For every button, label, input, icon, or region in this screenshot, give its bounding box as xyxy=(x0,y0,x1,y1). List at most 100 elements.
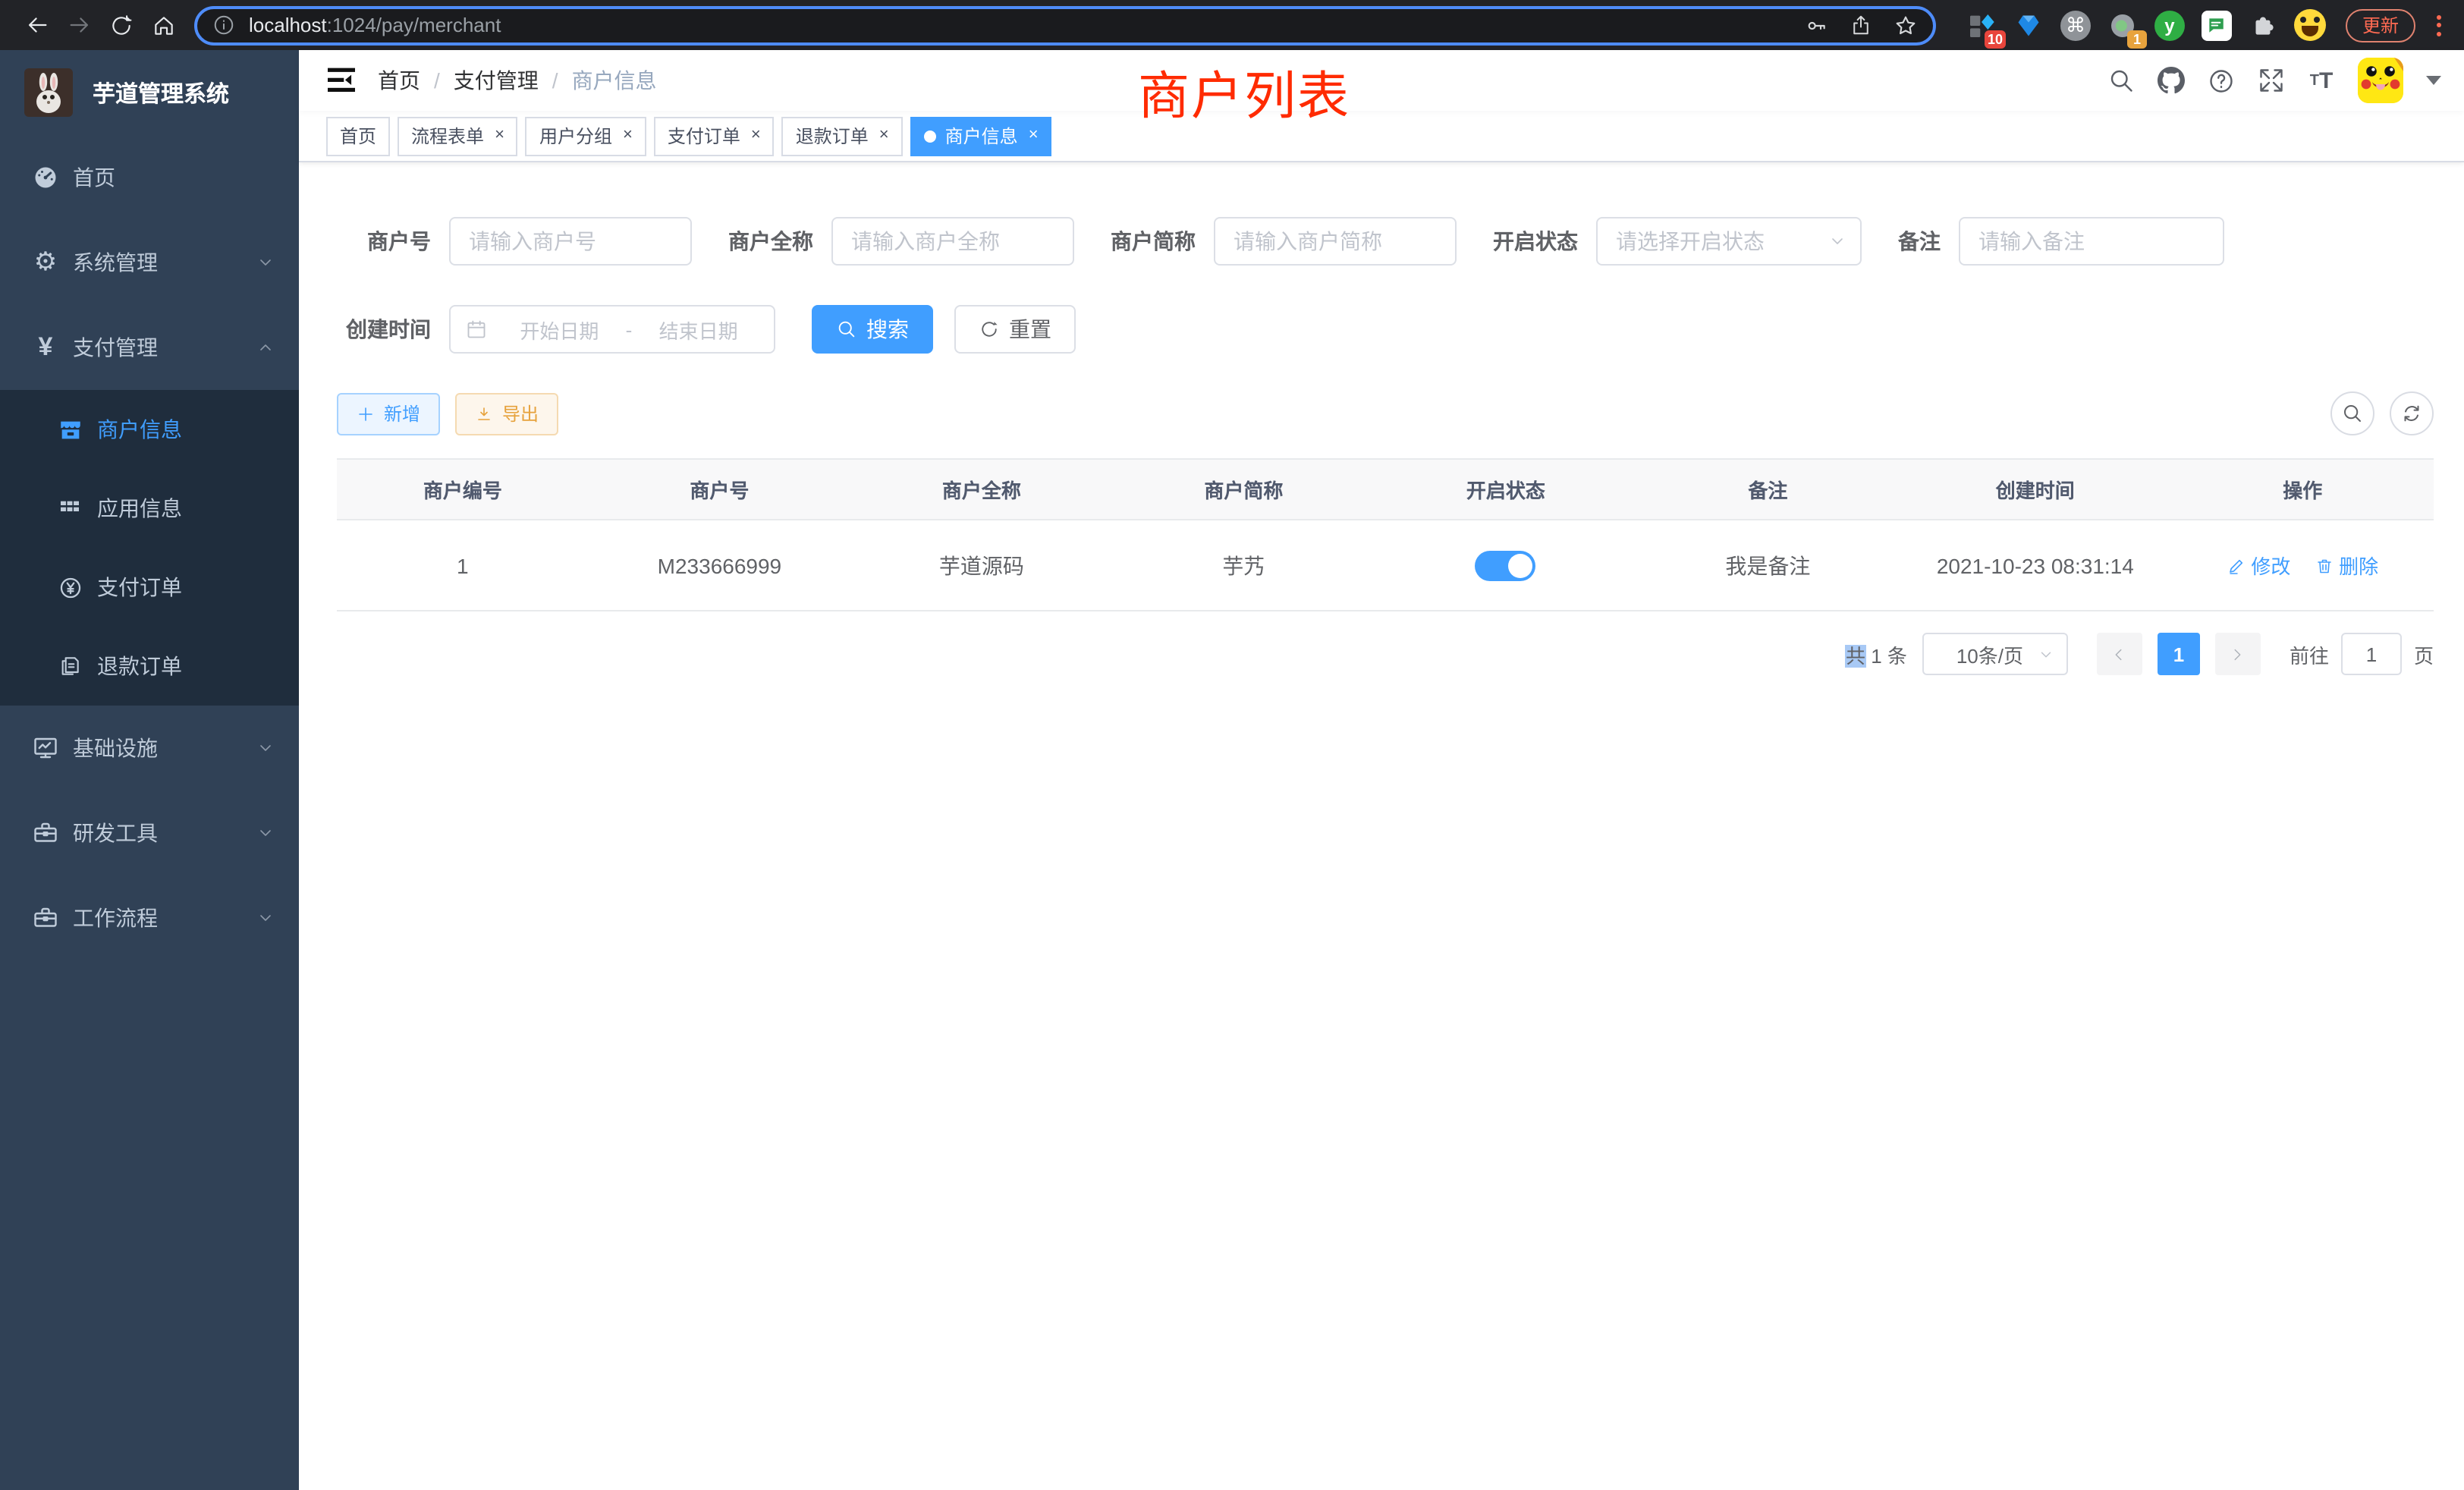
merchant-no-input[interactable] xyxy=(449,217,692,266)
page-size-select[interactable]: 10条/页 xyxy=(1922,633,2068,675)
extension-gem-icon[interactable] xyxy=(2012,8,2045,42)
chevron-down-icon xyxy=(256,909,275,927)
font-size-icon[interactable]: TT xyxy=(2308,67,2335,94)
breadcrumb-current: 商户信息 xyxy=(572,65,657,96)
pencil-icon xyxy=(2227,556,2245,574)
col-short-name: 商户简称 xyxy=(1113,459,1375,520)
sidebar-item-refund-orders[interactable]: 退款订单 xyxy=(0,627,299,706)
profile-emoji-icon[interactable] xyxy=(2294,8,2327,42)
filter-row-2: 创建时间 开始日期 - 结束日期 xyxy=(337,305,2434,354)
screen: localhost:1024/pay/merchant 10 ⌘ 1 xyxy=(0,0,2464,1490)
fullscreen-icon[interactable] xyxy=(2258,67,2285,94)
sidebar-item-pay-orders[interactable]: 支付订单 xyxy=(0,548,299,627)
toolbar-right xyxy=(2330,391,2434,435)
help-icon[interactable] xyxy=(2208,67,2235,94)
tab-process-form[interactable]: 流程表单 xyxy=(398,116,518,156)
edit-button[interactable]: 修改 xyxy=(2227,551,2290,580)
prev-page-button[interactable] xyxy=(2097,633,2142,675)
browser-menu-icon[interactable] xyxy=(2428,8,2449,42)
add-button[interactable]: 新增 xyxy=(337,392,440,435)
show-search-button[interactable] xyxy=(2330,391,2374,435)
page-number-1[interactable]: 1 xyxy=(2158,633,2200,675)
browser-home-icon[interactable] xyxy=(143,4,185,46)
extension-recorder-icon[interactable]: 1 xyxy=(2106,8,2139,42)
goto-page: 前往 页 xyxy=(2290,633,2434,675)
user-avatar[interactable] xyxy=(2358,58,2403,103)
sidebar-item-payment[interactable]: ¥ 支付管理 xyxy=(0,305,299,390)
sidebar-item-system[interactable]: ⚙ 系统管理 xyxy=(0,220,299,305)
github-icon[interactable] xyxy=(2158,67,2185,94)
delete-button[interactable]: 删除 xyxy=(2315,551,2378,580)
tab-user-group[interactable]: 用户分组 xyxy=(526,116,646,156)
browser-update-button[interactable]: 更新 xyxy=(2346,8,2415,42)
col-actions: 操作 xyxy=(2171,459,2434,520)
calendar-icon xyxy=(466,319,487,340)
export-button[interactable]: 导出 xyxy=(455,392,558,435)
filter-merchant-no: 商户号 xyxy=(337,217,692,266)
tab-close-icon[interactable] xyxy=(623,127,633,144)
filter-status: 开启状态 请选择开启状态 xyxy=(1493,217,1862,266)
sidebar: 芋道管理系统 首页 ⚙ 系统管理 ¥ 支付管理 xyxy=(0,50,299,1490)
status-toggle[interactable] xyxy=(1476,550,1536,580)
next-page-button[interactable] xyxy=(2215,633,2261,675)
short-name-input[interactable] xyxy=(1214,217,1457,266)
tab-refund-order[interactable]: 退款订单 xyxy=(782,116,903,156)
tab-close-icon[interactable] xyxy=(879,127,889,144)
extension-command-icon[interactable]: ⌘ xyxy=(2059,8,2092,42)
cell-full-name: 芋道源码 xyxy=(850,520,1113,611)
site-info-icon[interactable] xyxy=(212,14,235,36)
sidebar-item-merchant-info[interactable]: 商户信息 xyxy=(0,390,299,469)
extensions-puzzle-icon[interactable] xyxy=(2247,8,2280,42)
remark-input[interactable] xyxy=(1959,217,2224,266)
tab-home[interactable]: 首页 xyxy=(326,116,390,156)
bookmark-star-icon[interactable] xyxy=(1894,13,1918,37)
sidebar-item-app-info[interactable]: 应用信息 xyxy=(0,469,299,548)
breadcrumb-payment[interactable]: 支付管理 xyxy=(454,65,539,96)
share-icon[interactable] xyxy=(1850,14,1872,36)
main-area: 首页 / 支付管理 / 商户信息 商户列表 xyxy=(299,50,2464,1490)
trash-icon xyxy=(2315,556,2333,574)
sidebar-item-infra[interactable]: 基础设施 xyxy=(0,706,299,791)
browser-forward-icon[interactable] xyxy=(58,4,100,46)
total-prefix: 共 xyxy=(1846,644,1865,667)
col-full-name: 商户全称 xyxy=(850,459,1113,520)
col-merchant-no: 商户号 xyxy=(589,459,851,520)
goto-page-input[interactable] xyxy=(2341,633,2402,675)
full-name-input[interactable] xyxy=(831,217,1074,266)
sidebar-item-home[interactable]: 首页 xyxy=(0,135,299,220)
date-range-picker[interactable]: 开始日期 - 结束日期 xyxy=(449,305,775,354)
header-search-icon[interactable] xyxy=(2107,67,2135,94)
tab-close-icon[interactable] xyxy=(1029,127,1039,144)
search-button[interactable]: 搜索 xyxy=(812,305,933,354)
sidebar-item-label: 研发工具 xyxy=(73,818,256,848)
extension-y-icon[interactable]: y xyxy=(2153,8,2186,42)
sidebar-item-dev-tools[interactable]: 研发工具 xyxy=(0,791,299,875)
breadcrumb-home[interactable]: 首页 xyxy=(378,65,420,96)
cell-create-time: 2021-10-23 08:31:14 xyxy=(1899,520,2171,611)
browser-reload-icon[interactable] xyxy=(100,4,143,46)
refresh-table-button[interactable] xyxy=(2390,391,2434,435)
document-copy-icon xyxy=(58,653,83,679)
sidebar-item-workflow[interactable]: 工作流程 xyxy=(0,875,299,960)
app-logo[interactable]: 芋道管理系统 xyxy=(0,50,299,135)
sidebar-collapse-icon[interactable] xyxy=(326,67,357,94)
status-placeholder: 请选择开启状态 xyxy=(1616,226,1828,256)
avatar-caret-down-icon[interactable] xyxy=(2426,76,2441,85)
sidebar-item-label: 工作流程 xyxy=(73,903,256,933)
tab-close-icon[interactable] xyxy=(495,127,504,144)
url-bar[interactable]: localhost:1024/pay/merchant xyxy=(194,5,1936,45)
extension-sketch-icon[interactable]: 10 xyxy=(1965,8,1998,42)
password-key-icon[interactable] xyxy=(1804,13,1828,37)
cell-status xyxy=(1375,520,1637,611)
url-host: localhost xyxy=(249,14,327,36)
reset-button[interactable]: 重置 xyxy=(954,305,1076,354)
app-title: 芋道管理系统 xyxy=(93,77,229,108)
status-select[interactable]: 请选择开启状态 xyxy=(1596,217,1862,266)
tab-pay-order[interactable]: 支付订单 xyxy=(654,116,775,156)
tab-close-icon[interactable] xyxy=(751,127,761,144)
browser-back-icon[interactable] xyxy=(15,4,58,46)
col-merchant-id: 商户编号 xyxy=(337,459,589,520)
chevron-down-icon xyxy=(256,739,275,757)
tab-merchant-info[interactable]: 商户信息 xyxy=(910,116,1052,156)
extension-chat-icon[interactable] xyxy=(2200,8,2233,42)
